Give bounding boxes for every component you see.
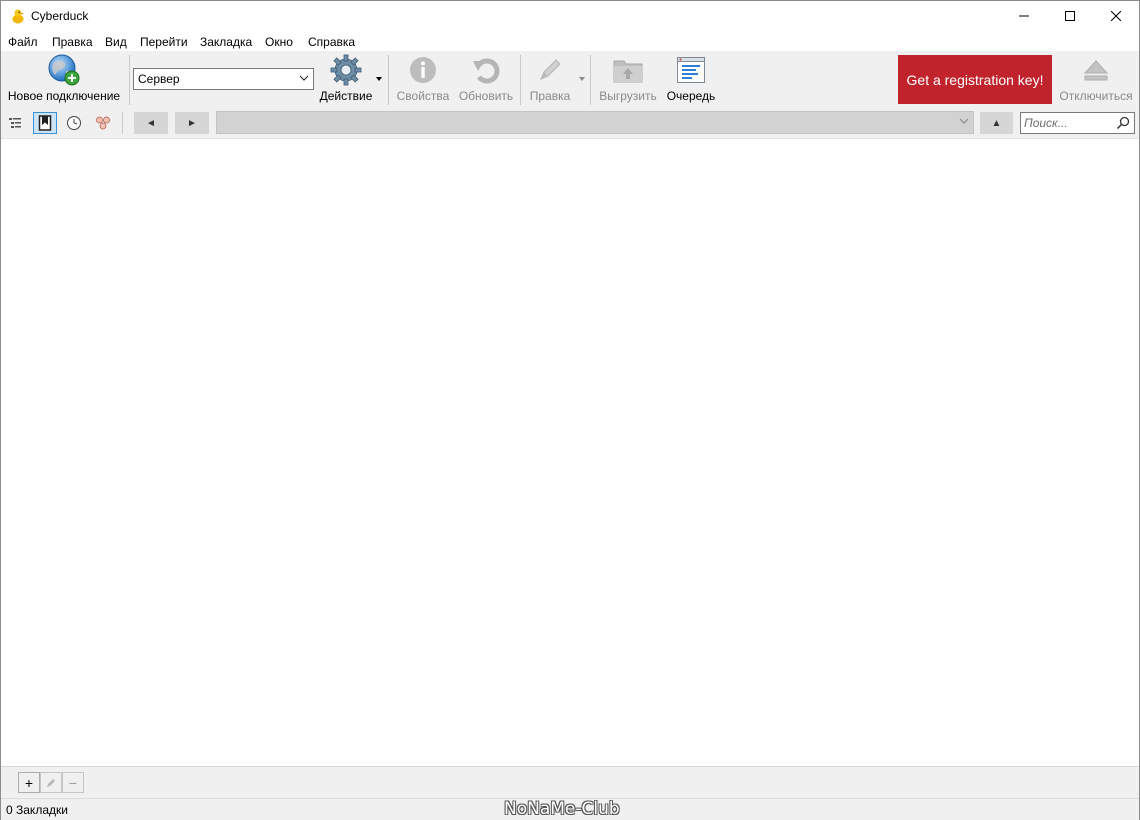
bookmark-count: 0 Закладки <box>6 803 68 817</box>
upload-label: Выгрузить <box>599 89 657 103</box>
pencil-icon <box>540 59 561 80</box>
maximize-button[interactable] <box>1047 1 1093 31</box>
refresh-icon <box>473 58 500 84</box>
bonjour-icon <box>96 116 110 130</box>
window-title: Cyberduck <box>31 9 89 23</box>
new-connection-label: Новое подключение <box>7 89 121 103</box>
registration-key-button[interactable]: Get a registration key! <box>898 55 1052 104</box>
queue-window-icon <box>677 57 705 83</box>
chevron-down-icon <box>299 75 309 81</box>
menu-go[interactable]: Перейти <box>140 35 188 49</box>
forward-button[interactable]: ► <box>175 112 209 134</box>
chevron-down-icon <box>959 118 969 124</box>
bookmark-icon <box>38 115 52 131</box>
edit-bookmark-button[interactable] <box>40 772 62 793</box>
edit-button[interactable]: Правка <box>523 51 577 107</box>
refresh-button[interactable]: Обновить <box>457 51 515 107</box>
pencil-icon <box>47 778 55 787</box>
properties-label: Свойства <box>396 89 450 103</box>
info-icon <box>410 57 436 83</box>
minimize-icon <box>1019 15 1029 17</box>
bookmarks-view-button[interactable] <box>33 112 57 134</box>
new-connection-button[interactable]: Новое подключение <box>5 51 123 107</box>
path-select[interactable] <box>216 111 974 134</box>
menu-bar: Файл Правка Вид Перейти Закладка Окно Сп… <box>1 32 1139 51</box>
back-button[interactable]: ◄ <box>134 112 168 134</box>
browser-view-button[interactable] <box>3 112 27 134</box>
menu-edit[interactable]: Правка <box>52 35 93 49</box>
close-button[interactable] <box>1093 1 1139 31</box>
folder-upload-icon <box>613 60 643 83</box>
edit-label: Правка <box>529 89 571 103</box>
history-view-button[interactable] <box>62 112 86 134</box>
upload-button[interactable]: Выгрузить <box>597 51 659 107</box>
watermark: NoNaMe-Club <box>504 799 620 819</box>
add-bookmark-button[interactable]: + <box>18 772 40 793</box>
queue-button[interactable]: Очередь <box>663 51 719 107</box>
toolbar-separator <box>520 55 521 105</box>
navigation-bar: ◄ ► ▲ <box>1 107 1139 139</box>
minimize-button[interactable] <box>1001 1 1047 31</box>
toolbar-separator <box>129 55 130 105</box>
menu-bookmark[interactable]: Закладка <box>200 35 252 49</box>
menu-window[interactable]: Окно <box>265 35 293 49</box>
toolbar: Новое подключение Сервер Действие Свойст… <box>1 51 1139 107</box>
properties-button[interactable]: Свойства <box>394 51 452 107</box>
clock-icon <box>67 116 81 130</box>
action-dropdown-caret[interactable] <box>376 77 382 81</box>
status-bar: 0 Закладки NoNaMe-Club <box>1 798 1139 820</box>
cyberduck-logo-icon <box>12 9 24 24</box>
disconnect-button[interactable]: Отключиться <box>1056 51 1136 107</box>
menu-help[interactable]: Справка <box>308 35 355 49</box>
tree-list-icon <box>9 118 21 128</box>
action-label: Действие <box>319 89 373 103</box>
menu-file[interactable]: Файл <box>8 35 38 49</box>
menu-view[interactable]: Вид <box>105 35 127 49</box>
action-button[interactable]: Действие <box>317 51 375 107</box>
back-arrow-icon: ◄ <box>146 117 156 129</box>
plus-icon: + <box>24 774 34 791</box>
globe-add-icon <box>48 54 80 86</box>
forward-arrow-icon: ► <box>187 117 197 129</box>
app-window: Cyberduck Файл Правка Вид Перейти Заклад… <box>0 0 1140 820</box>
server-select[interactable]: Сервер <box>133 68 314 90</box>
gear-icon <box>330 54 362 86</box>
disconnect-label: Отключиться <box>1059 89 1133 103</box>
bookmark-list-area[interactable] <box>1 140 1139 766</box>
up-arrow-icon: ▲ <box>991 117 1002 129</box>
search-icon <box>1116 116 1130 130</box>
toolbar-separator <box>388 55 389 105</box>
search-input[interactable] <box>1024 115 1114 131</box>
bonjour-view-button[interactable] <box>91 112 115 134</box>
parent-directory-button[interactable]: ▲ <box>980 112 1013 134</box>
edit-dropdown-caret[interactable] <box>579 77 585 81</box>
title-bar: Cyberduck <box>1 1 1139 31</box>
remove-bookmark-button[interactable]: − <box>62 772 84 793</box>
queue-label: Очередь <box>666 89 716 103</box>
refresh-label: Обновить <box>458 89 514 103</box>
maximize-icon <box>1065 11 1075 21</box>
nav-separator <box>122 112 123 134</box>
server-select-value: Сервер <box>138 72 180 86</box>
search-field[interactable] <box>1020 112 1135 134</box>
close-icon <box>1111 11 1121 21</box>
bookmark-actions-bar: + − <box>1 766 1139 798</box>
toolbar-separator <box>590 55 591 105</box>
eject-icon <box>1083 60 1109 81</box>
minus-icon: − <box>68 774 78 791</box>
